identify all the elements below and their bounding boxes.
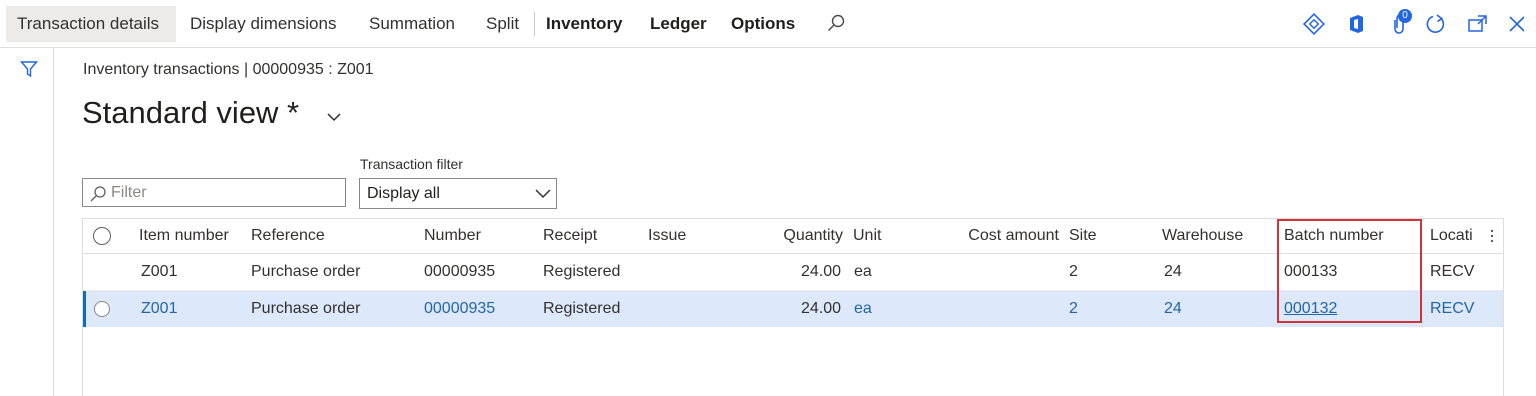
transaction-filter-label: Transaction filter bbox=[360, 156, 463, 172]
breadcrumb: Inventory transactions | 00000935 : Z001 bbox=[83, 61, 374, 78]
item-number-cell[interactable]: Z001 bbox=[141, 254, 241, 290]
warehouse-cell: 24 bbox=[1164, 263, 1182, 280]
grid-header-row: Item number Reference Number Receipt Iss… bbox=[83, 219, 1503, 254]
filter-icon[interactable] bbox=[19, 60, 39, 83]
transaction-filter-dropdown[interactable]: Display all bbox=[359, 178, 557, 209]
batch-number-cell[interactable]: 000133 bbox=[1284, 254, 1404, 290]
site-cell[interactable]: 2 bbox=[1069, 291, 1119, 327]
column-header-location[interactable]: Locati bbox=[1430, 219, 1480, 253]
issue-cell bbox=[648, 291, 728, 327]
more-options-icon[interactable] bbox=[1489, 227, 1495, 250]
refresh-icon[interactable] bbox=[1424, 12, 1448, 36]
number-cell[interactable]: 00000935 bbox=[424, 254, 534, 290]
select-all-radio[interactable] bbox=[93, 227, 111, 245]
transaction-filter-value: Display all bbox=[367, 185, 440, 202]
column-header-number[interactable]: Number bbox=[424, 219, 524, 253]
item-number-cell[interactable]: Z001 bbox=[141, 291, 241, 327]
column-header-unit[interactable]: Unit bbox=[853, 219, 913, 253]
number-cell[interactable]: 00000935 bbox=[424, 291, 534, 327]
location-cell: RECV bbox=[1430, 263, 1475, 280]
attachment-count-badge: 0 bbox=[1398, 9, 1412, 23]
chevron-down-icon bbox=[534, 187, 552, 205]
column-header-issue[interactable]: Issue bbox=[648, 219, 728, 253]
view-selector[interactable]: Standard view * bbox=[82, 95, 299, 131]
diamond-icon[interactable] bbox=[1302, 12, 1326, 36]
table-row[interactable]: Z001 Purchase order 00000935 Registered … bbox=[83, 254, 1503, 291]
table-row-selected[interactable]: Z001 Purchase order 00000935 Registered … bbox=[83, 291, 1503, 327]
column-header-cost-amount[interactable]: Cost amount bbox=[929, 219, 1059, 253]
cost-amount-cell bbox=[929, 254, 1059, 290]
site-cell: 2 bbox=[1069, 263, 1078, 280]
column-header-reference[interactable]: Reference bbox=[251, 219, 371, 253]
filter-input[interactable] bbox=[111, 182, 336, 203]
column-header-batch-number[interactable]: Batch number bbox=[1284, 219, 1414, 253]
filter-field[interactable] bbox=[82, 178, 346, 207]
column-header-site[interactable]: Site bbox=[1069, 219, 1129, 253]
reference-cell: Purchase order bbox=[251, 300, 361, 317]
quantity-cell: 24.00 bbox=[800, 300, 841, 317]
tab-transaction-details[interactable]: Transaction details bbox=[6, 6, 176, 42]
search-icon[interactable] bbox=[826, 13, 846, 38]
tab-options[interactable]: Options bbox=[731, 6, 795, 42]
batch-number-link[interactable]: 000132 bbox=[1284, 291, 1404, 327]
location-cell[interactable]: RECV bbox=[1430, 291, 1490, 327]
chevron-down-icon[interactable] bbox=[326, 110, 342, 128]
column-header-receipt[interactable]: Receipt bbox=[543, 219, 643, 253]
tab-summation[interactable]: Summation bbox=[369, 6, 455, 42]
transactions-grid: Item number Reference Number Receipt Iss… bbox=[82, 218, 1504, 396]
column-header-quantity[interactable]: Quantity bbox=[743, 219, 843, 253]
office-icon[interactable] bbox=[1344, 12, 1368, 36]
tab-split[interactable]: Split bbox=[486, 6, 519, 42]
column-header-warehouse[interactable]: Warehouse bbox=[1162, 219, 1272, 253]
receipt-cell: Registered bbox=[543, 300, 621, 317]
filter-pane-rail bbox=[0, 48, 54, 396]
unit-cell[interactable]: ea bbox=[854, 291, 904, 327]
tab-inventory[interactable]: Inventory bbox=[546, 6, 623, 42]
warehouse-cell[interactable]: 24 bbox=[1164, 291, 1224, 327]
receipt-cell: Registered bbox=[543, 263, 621, 280]
reference-cell: Purchase order bbox=[251, 263, 361, 280]
search-icon bbox=[89, 185, 107, 208]
selected-row-indicator bbox=[83, 291, 86, 327]
row-select-radio[interactable] bbox=[94, 301, 110, 317]
close-icon[interactable] bbox=[1505, 12, 1529, 36]
column-header-item-number[interactable]: Item number bbox=[139, 219, 249, 253]
cost-amount-cell bbox=[929, 291, 1059, 327]
open-in-new-window-icon[interactable] bbox=[1466, 12, 1490, 36]
tab-ledger[interactable]: Ledger bbox=[650, 6, 707, 42]
issue-cell bbox=[648, 254, 728, 290]
tab-display-dimensions[interactable]: Display dimensions bbox=[190, 6, 336, 42]
action-pane: Transaction details Display dimensions S… bbox=[0, 0, 1536, 48]
unit-cell: ea bbox=[854, 263, 872, 280]
quantity-cell: 24.00 bbox=[800, 263, 841, 280]
tab-divider bbox=[534, 12, 535, 36]
